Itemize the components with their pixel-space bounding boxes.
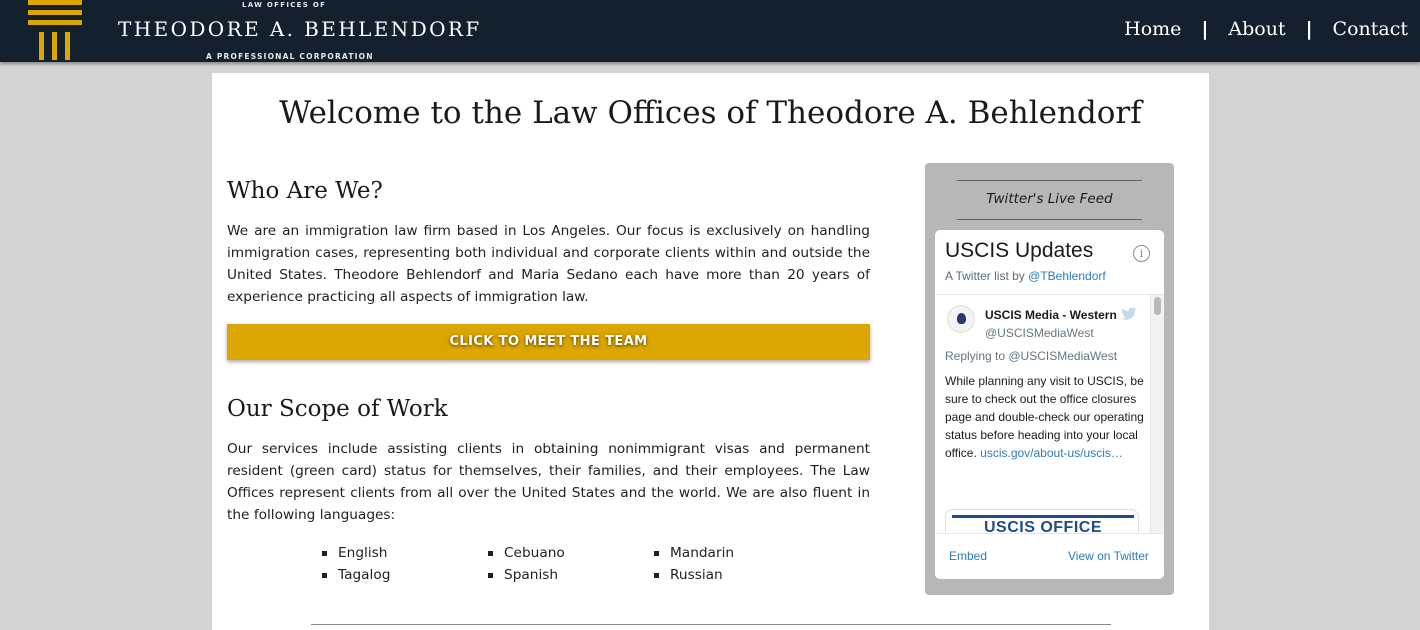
twitter-timeline-card: USCIS Updates i A Twitter list by @TBehl… [935, 230, 1164, 579]
who-are-we-heading: Who Are We? [227, 178, 383, 204]
twitter-list-byline: A Twitter list by @TBehlendorf [945, 269, 1106, 283]
language-list-col-3: Mandarin Russian [654, 542, 734, 586]
nav-separator: | [1305, 18, 1313, 40]
main-content-card: Welcome to the Law Offices of Theodore A… [212, 73, 1209, 630]
pillar-logo-icon[interactable] [28, 0, 84, 62]
logo-corporation-text: A PROFESSIONAL CORPORATION [206, 52, 374, 61]
logo-firm-name[interactable]: THEODORE A. BEHLENDORF [118, 17, 482, 41]
language-item: Tagalog [322, 564, 390, 586]
info-icon[interactable]: i [1133, 245, 1150, 262]
twitter-bird-icon[interactable] [1121, 307, 1137, 321]
tweet-author-handle[interactable]: @USCISMediaWest [985, 326, 1094, 340]
main-nav: Home | About | Contact [1124, 18, 1408, 40]
language-list-col-1: English Tagalog [322, 542, 390, 586]
caption-rule-bottom [957, 219, 1142, 220]
section-divider [311, 624, 1111, 625]
scope-of-work-heading: Our Scope of Work [227, 396, 448, 422]
media-card-title: USCIS OFFICE [983, 519, 1102, 533]
language-item: Russian [654, 564, 734, 586]
meet-the-team-button[interactable]: CLICK TO MEET THE TEAM [227, 324, 870, 360]
tweet-reply-line: Replying to @USCISMediaWest [945, 349, 1118, 363]
who-are-we-text: We are an immigration law firm based in … [227, 223, 870, 305]
twitter-list-title[interactable]: USCIS Updates [945, 239, 1093, 263]
view-on-twitter-link[interactable]: View on Twitter [1068, 549, 1149, 563]
language-item: Spanish [488, 564, 565, 586]
media-card-bar [952, 515, 1134, 518]
tweet-text: While planning any visit to USCIS, be su… [945, 372, 1145, 462]
nav-separator: | [1201, 18, 1209, 40]
twitter-feed-caption: Twitter's Live Feed [986, 191, 1113, 207]
feed-scrollbar[interactable] [1150, 295, 1164, 533]
list-owner-link[interactable]: @TBehlendorf [1028, 269, 1106, 283]
language-item: Cebuano [488, 542, 565, 564]
avatar[interactable] [947, 305, 975, 333]
language-list-col-2: Cebuano Spanish [488, 542, 565, 586]
logo-top-text: LAW OFFICES OF [242, 1, 327, 9]
language-item: English [322, 542, 390, 564]
embed-link[interactable]: Embed [949, 549, 987, 563]
tweet-author-name[interactable]: USCIS Media - Western [985, 308, 1117, 322]
nav-contact-link[interactable]: Contact [1333, 18, 1408, 40]
twitter-widget-panel: Twitter's Live Feed USCIS Updates i A Tw… [925, 163, 1174, 595]
scope-of-work-text: Our services include assisting clients i… [227, 441, 870, 523]
nav-home-link[interactable]: Home [1124, 18, 1181, 40]
nav-about-link[interactable]: About [1228, 18, 1285, 40]
language-item: Mandarin [654, 542, 734, 564]
timeline-footer-divider [935, 533, 1164, 534]
tweet-feed[interactable]: USCIS Media - Western @USCISMediaWest Re… [935, 295, 1164, 533]
page-title: Welcome to the Law Offices of Theodore A… [279, 95, 1142, 131]
byline-prefix: A Twitter list by [945, 269, 1029, 283]
tweet-media-card[interactable]: USCIS OFFICE [945, 509, 1139, 533]
caption-rule-top [957, 180, 1142, 181]
site-header: LAW OFFICES OF THEODORE A. BEHLENDORF A … [0, 0, 1420, 62]
tweet-link[interactable]: uscis.gov/about-us/uscis… [980, 446, 1123, 460]
scrollbar-thumb[interactable] [1154, 297, 1161, 315]
